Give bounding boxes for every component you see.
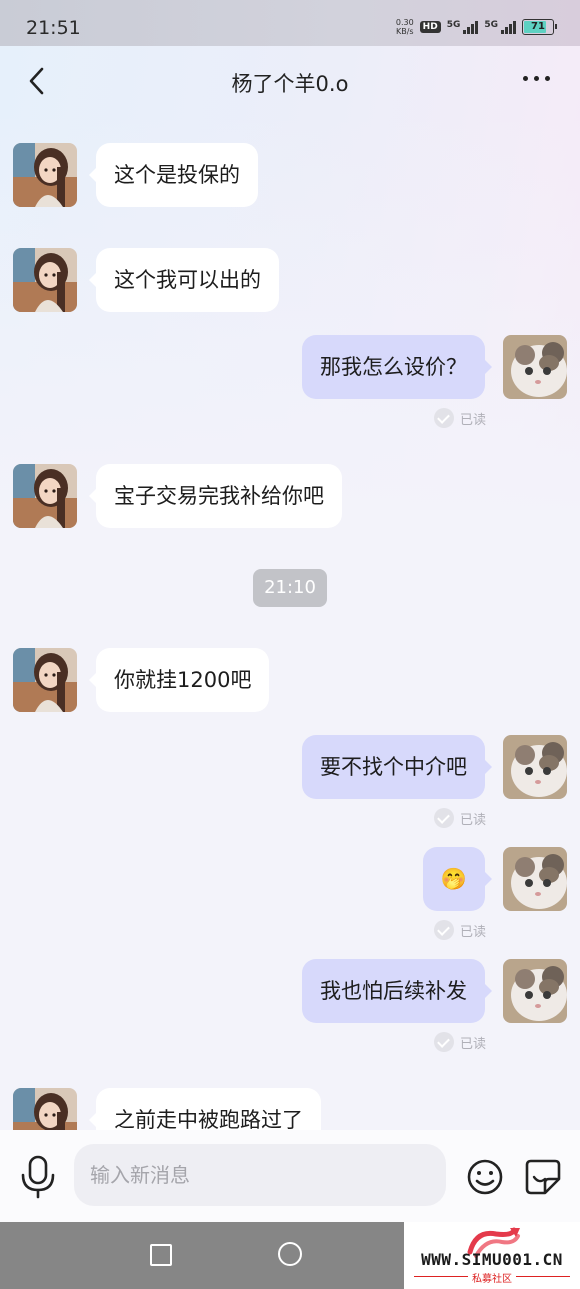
incoming-message[interactable]: 之前走中被跑路过了 [89,1088,321,1130]
read-check-icon [434,920,454,940]
net-speed: 0.30 KB/s [395,18,414,36]
incoming-message[interactable]: 这个是投保的 [89,143,258,207]
status-icons: 0.30 KB/s HD 5G 5G 71 [395,18,557,36]
watermark-site: WWW.SIMU001.CN [421,1250,563,1269]
outgoing-emoji-message[interactable]: 🤭 [422,847,493,911]
chat-header: 杨了个羊0.o [0,46,580,116]
timestamp-pill: 21:10 [253,569,327,607]
sticker-icon[interactable] [523,1157,563,1197]
read-receipt: 已读 [434,1032,486,1052]
microphone-icon[interactable] [18,1155,58,1199]
read-receipt: 已读 [434,408,486,428]
watermark-sub: 私募社区 [404,1270,580,1285]
hand-over-mouth-emoji: 🤭 [440,867,467,891]
outgoing-message[interactable]: 那我怎么设价？ [302,335,492,399]
contact-avatar[interactable] [13,648,77,712]
read-receipt: 已读 [434,920,486,940]
read-check-icon [434,808,454,828]
contact-avatar[interactable] [13,248,77,312]
incoming-message[interactable]: 这个我可以出的 [89,248,279,312]
self-avatar[interactable] [503,847,567,911]
site-watermark: WWW.SIMU001.CN 私募社区 [404,1222,580,1289]
read-check-icon [434,1032,454,1052]
home-button[interactable] [278,1242,302,1266]
contact-avatar[interactable] [13,1088,77,1130]
status-time: 21:51 [26,17,81,39]
signal-icon-sim1: 5G [447,20,479,34]
read-check-icon [434,408,454,428]
read-receipt: 已读 [434,808,486,828]
self-avatar[interactable] [503,959,567,1023]
battery-icon: 71 [522,19,557,35]
incoming-message[interactable]: 你就挂1200吧 [88,648,270,712]
outgoing-message[interactable]: 我也怕后续补发 [302,959,492,1023]
emoji-icon[interactable] [465,1157,505,1197]
chat-title: 杨了个羊0.o [231,72,349,96]
self-avatar[interactable] [503,335,567,399]
self-avatar[interactable] [503,735,567,799]
contact-avatar[interactable] [13,464,77,528]
message-list[interactable]: 这个是投保的 这个我可以出的 那我怎么设价？ 已读 宝子交易完我补给你吧 21:… [0,116,580,1130]
contact-avatar[interactable] [13,143,77,207]
outgoing-message[interactable]: 要不找个中介吧 [302,735,492,799]
recent-apps-button[interactable] [150,1244,172,1266]
more-options-icon[interactable] [523,76,550,81]
message-input[interactable] [74,1144,446,1206]
status-bar: 21:51 0.30 KB/s HD 5G 5G 71 [0,0,580,46]
hd-icon: HD [419,21,441,33]
input-bar [0,1130,580,1222]
signal-icon-sim2: 5G [484,20,516,34]
incoming-message[interactable]: 宝子交易完我补给你吧 [89,464,342,528]
